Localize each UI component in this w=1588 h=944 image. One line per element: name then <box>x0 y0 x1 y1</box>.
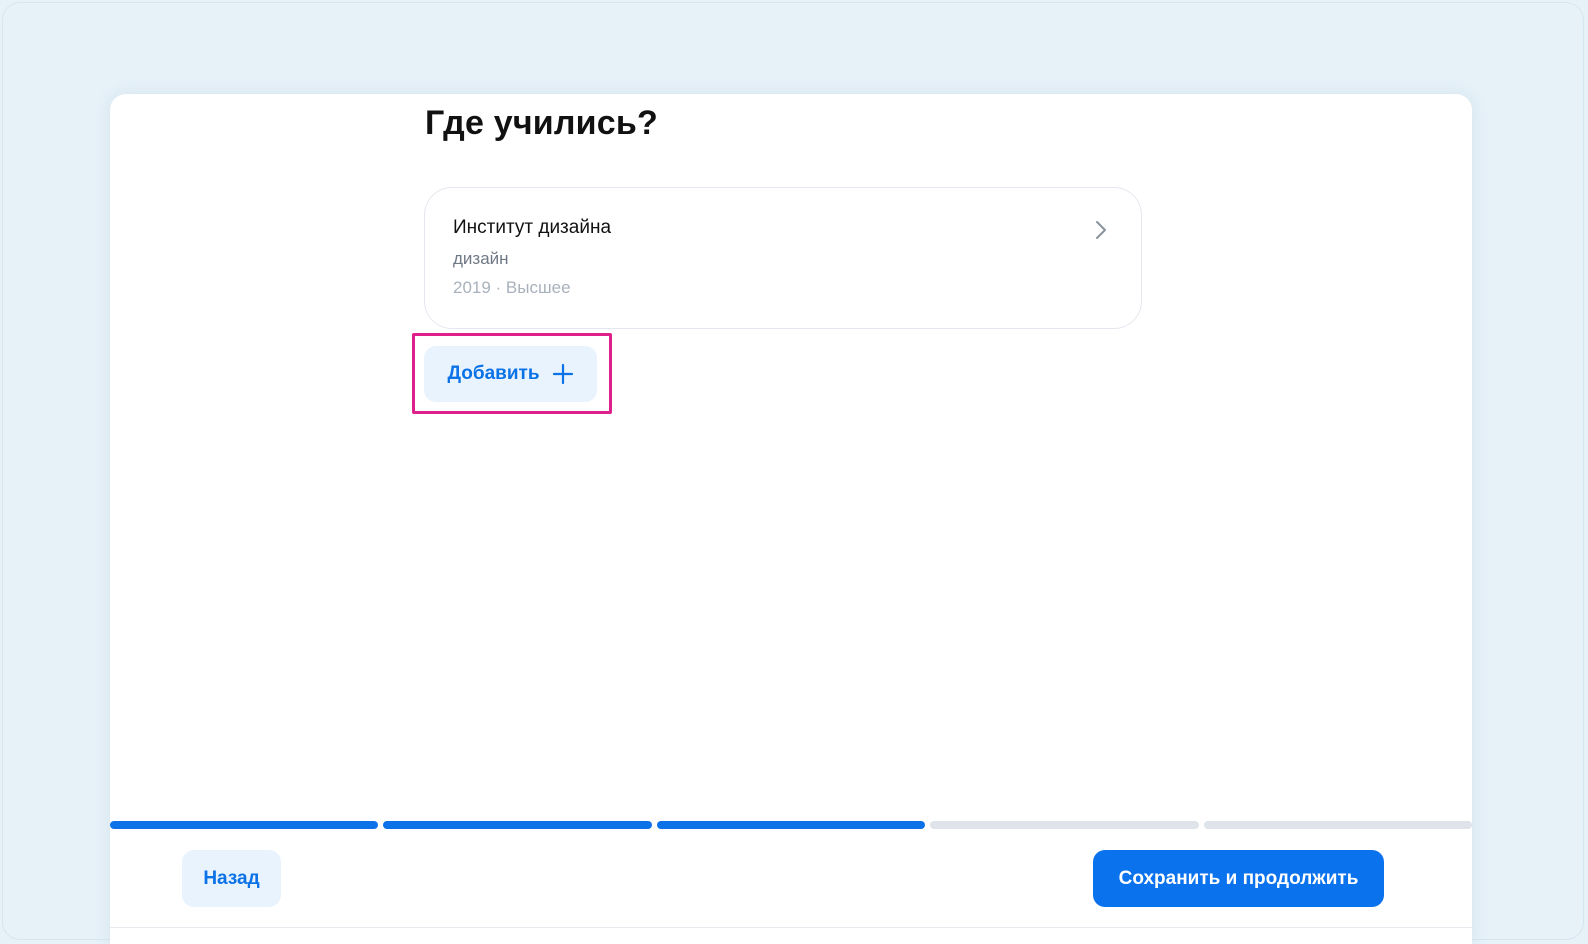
education-meta: 2019 · Высшее <box>453 278 571 297</box>
back-button[interactable]: Назад <box>182 850 281 907</box>
progress-segment <box>383 821 652 829</box>
chevron-right-icon <box>1096 221 1106 239</box>
page-title: Где учились? <box>425 104 658 142</box>
app-background: Где учились? Институт дизайна дизайн 201… <box>0 0 1588 944</box>
progress-segment <box>1203 821 1473 829</box>
education-item-card[interactable]: Институт дизайна дизайн 2019 · Высшее <box>424 187 1142 329</box>
add-education-button[interactable]: Добавить <box>424 346 597 402</box>
add-button-label: Добавить <box>447 363 540 384</box>
form-card: Где учились? Институт дизайна дизайн 201… <box>110 94 1473 944</box>
education-institution-name: Институт дизайна <box>453 217 612 238</box>
education-field: дизайн <box>453 249 509 268</box>
footer-divider <box>110 927 1472 928</box>
progress-segment <box>656 821 926 829</box>
progress-segment <box>110 821 379 829</box>
progress-bar <box>110 821 1473 829</box>
save-and-continue-button[interactable]: Сохранить и продолжить <box>1093 850 1384 907</box>
plus-icon <box>552 363 573 385</box>
progress-segment <box>930 821 1199 829</box>
